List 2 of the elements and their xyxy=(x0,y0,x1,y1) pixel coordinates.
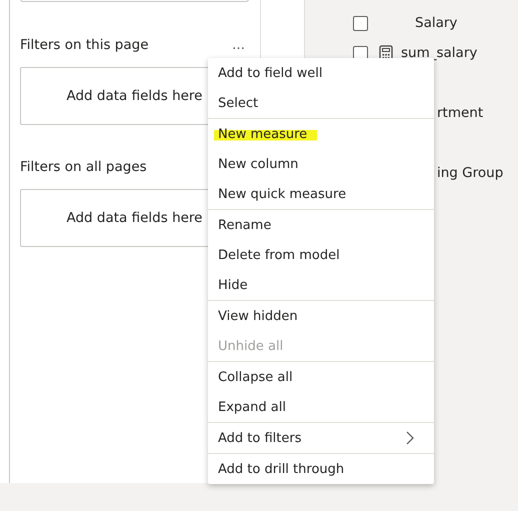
section-title: Filters on this page xyxy=(20,37,149,53)
section-title: Filters on all pages xyxy=(20,159,147,175)
